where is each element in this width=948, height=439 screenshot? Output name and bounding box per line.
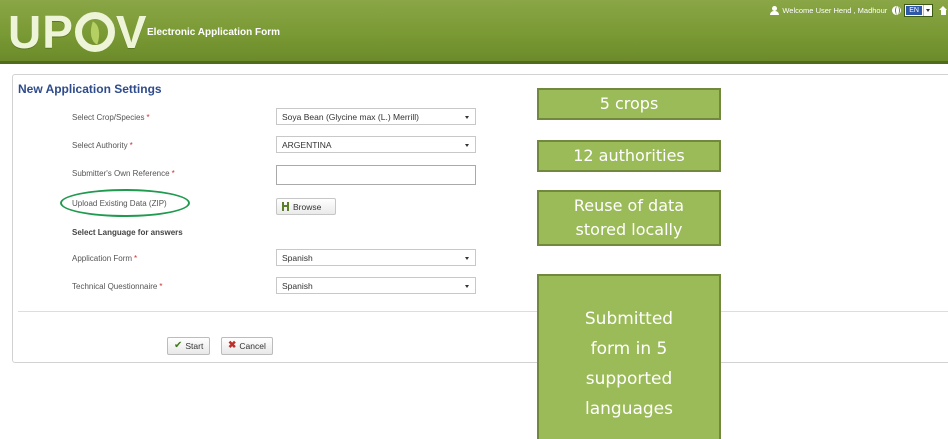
cancel-button[interactable]: ✖ Cancel: [221, 337, 273, 355]
upload-highlight-ellipse: [60, 189, 190, 217]
upov-logo[interactable]: UP V: [8, 6, 148, 58]
callout-authorities: 12 authorities: [537, 140, 721, 172]
reference-label: Submitter's Own Reference *: [72, 169, 175, 178]
browse-icon: [282, 202, 289, 211]
user-area: Welcome User Hend , Madhour EN: [770, 4, 948, 17]
language-select[interactable]: EN: [904, 4, 933, 17]
callout-submitted-line1: Submitted: [584, 309, 674, 329]
crop-label: Select Crop/Species *: [72, 113, 150, 122]
app-form-language-select[interactable]: Spanish: [276, 249, 476, 266]
callout-submitted-line3: supported: [585, 369, 673, 389]
callout-submitted-line2: form in 5: [590, 339, 668, 359]
language-section-heading: Select Language for answers: [72, 228, 183, 237]
logo-text: UP: [8, 6, 74, 58]
user-icon: [770, 6, 780, 15]
callout-submitted: Submitted form in 5 supported languages: [537, 274, 721, 439]
callout-submitted-line4: languages: [584, 399, 673, 419]
cancel-label: Cancel: [239, 341, 266, 351]
browse-label: Browse: [293, 201, 322, 212]
home-icon[interactable]: [939, 6, 948, 15]
app-form-label: Application Form *: [72, 254, 138, 263]
welcome-text: Welcome User Hend , Madhour: [782, 6, 888, 15]
authority-label: Select Authority *: [72, 141, 133, 150]
close-icon: ✖: [228, 340, 237, 351]
settings-panel: [12, 74, 948, 363]
app-header: UP V Electronic Application Form Welcome …: [0, 0, 948, 64]
start-button[interactable]: ✔ Start: [167, 337, 211, 355]
crop-select[interactable]: Soya Bean (Glycine max (L.) Merrill): [276, 108, 476, 125]
reference-input[interactable]: [276, 165, 476, 185]
authority-select[interactable]: ARGENTINA: [276, 136, 476, 153]
callout-crops: 5 crops: [537, 88, 721, 120]
tq-language-select[interactable]: Spanish: [276, 277, 476, 294]
tq-label: Technical Questionnaire *: [72, 282, 163, 291]
start-label: Start: [185, 341, 204, 351]
globe-icon: [892, 6, 902, 15]
form-divider: [18, 311, 948, 312]
callout-reuse-line2: stored locally: [575, 220, 683, 239]
callout-reuse: Reuse of data stored locally: [537, 190, 721, 246]
app-title: Electronic Application Form: [147, 27, 280, 38]
logo-leaf-icon: [74, 12, 115, 52]
logo-text-end: V: [115, 6, 148, 58]
page-title: New Application Settings: [18, 82, 162, 96]
check-icon: ✔: [174, 340, 183, 351]
browse-button[interactable]: Browse: [276, 198, 336, 215]
language-value: EN: [906, 6, 922, 15]
callout-reuse-line1: Reuse of data: [573, 196, 685, 215]
chevron-down-icon: [923, 5, 932, 16]
